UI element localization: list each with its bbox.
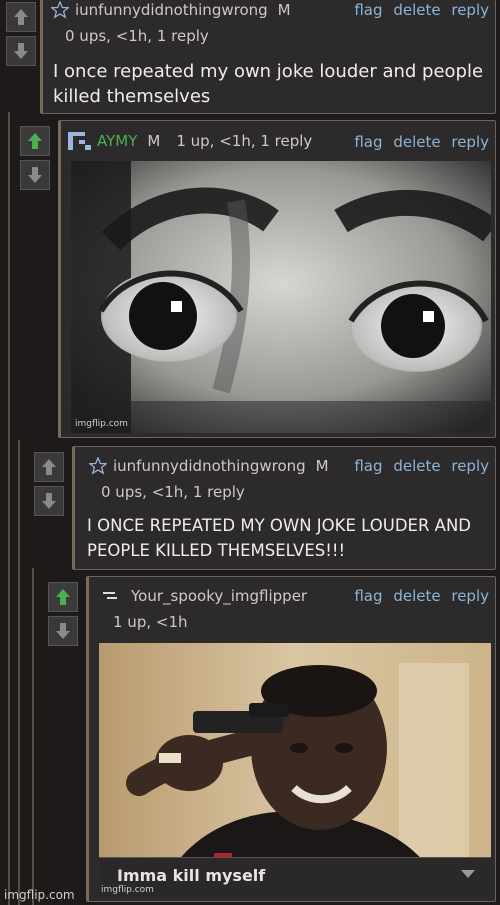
image-caption-bar[interactable]: Imma kill myself (99, 857, 491, 897)
flag-link[interactable]: flag (354, 133, 382, 151)
comment-actions: flag delete reply (348, 587, 489, 605)
comment-box: AYMY M 1 up, <1h, 1 reply flag delete re… (58, 120, 496, 438)
vote-controls (48, 582, 78, 650)
upvote-button[interactable] (20, 126, 50, 156)
up-arrow-icon (42, 459, 56, 475)
upvote-button[interactable] (6, 2, 36, 32)
comment-box: iunfunnydidnothingwrong M 0 ups, <1h, 1 … (72, 446, 496, 570)
star-icon[interactable] (51, 1, 69, 19)
reply-link[interactable]: reply (451, 587, 489, 605)
flag-link[interactable]: flag (354, 457, 382, 475)
reply-link[interactable]: reply (451, 133, 489, 151)
mod-badge: M (315, 457, 329, 475)
comment-actions: flag delete reply (348, 133, 489, 151)
flag-link[interactable]: flag (354, 1, 382, 19)
downvote-button[interactable] (48, 616, 78, 646)
caret-down-icon[interactable] (461, 870, 475, 878)
mod-badge: M (147, 132, 161, 150)
comment-meta: 1 up, <1h (113, 613, 188, 631)
flag-link[interactable]: flag (354, 587, 382, 605)
avatar-icon[interactable] (67, 131, 93, 151)
comment-box: Your_spooky_imgflipper 1 up, <1h flag de… (86, 576, 496, 902)
down-arrow-icon (42, 493, 56, 509)
image-caption: Imma kill myself (117, 866, 266, 885)
down-arrow-icon (14, 43, 28, 59)
comment-meta: 0 ups, <1h, 1 reply (101, 483, 245, 501)
downvote-button[interactable] (34, 486, 64, 516)
downvote-button[interactable] (20, 160, 50, 190)
comment-actions: flag delete reply (348, 1, 489, 19)
imgflip-watermark: imgflip.com (4, 888, 75, 902)
delete-link[interactable]: delete (393, 1, 440, 19)
delete-link[interactable]: delete (393, 133, 440, 151)
comment-image[interactable]: imgflip.com (71, 161, 491, 433)
image-watermark: imgflip.com (101, 885, 154, 895)
comment-meta: 0 ups, <1h, 1 reply (65, 27, 209, 45)
staring-eyes-photo (71, 161, 491, 433)
down-arrow-icon (56, 623, 70, 639)
mod-badge: M (277, 1, 291, 19)
username[interactable]: iunfunnydidnothingwrong (75, 1, 268, 19)
username[interactable]: iunfunnydidnothingwrong (113, 457, 306, 475)
down-arrow-icon (28, 167, 42, 183)
comment-text: I ONCE REPEATED MY OWN JOKE LOUDER AND P… (87, 516, 471, 560)
comment-image[interactable]: Imma kill myself imgflip.com (99, 643, 491, 897)
avatar-icon[interactable] (101, 589, 121, 603)
downvote-button[interactable] (6, 36, 36, 66)
reply-link[interactable]: reply (451, 457, 489, 475)
comment-box: iunfunnydidnothingwrong M 0 ups, <1h, 1 … (40, 0, 496, 114)
comment-meta: 1 up, <1h, 1 reply (176, 132, 313, 150)
upvote-button[interactable] (34, 452, 64, 482)
comment-actions: flag delete reply (348, 457, 489, 475)
up-arrow-icon (28, 133, 42, 149)
vote-controls (34, 452, 64, 520)
username[interactable]: Your_spooky_imgflipper (131, 587, 307, 605)
delete-link[interactable]: delete (393, 587, 440, 605)
upvote-button[interactable] (48, 582, 78, 612)
thread-line (18, 440, 20, 905)
reply-link[interactable]: reply (451, 1, 489, 19)
up-arrow-icon (14, 9, 28, 25)
star-icon[interactable] (89, 457, 107, 475)
vote-controls (20, 126, 50, 194)
thread-line (8, 112, 10, 905)
username[interactable]: AYMY (97, 132, 137, 150)
comment-text: I once repeated my own joke louder and p… (53, 61, 484, 107)
up-arrow-icon (56, 589, 70, 605)
image-watermark: imgflip.com (75, 419, 128, 429)
vote-controls (6, 2, 36, 70)
thread-line (32, 568, 34, 905)
delete-link[interactable]: delete (393, 457, 440, 475)
